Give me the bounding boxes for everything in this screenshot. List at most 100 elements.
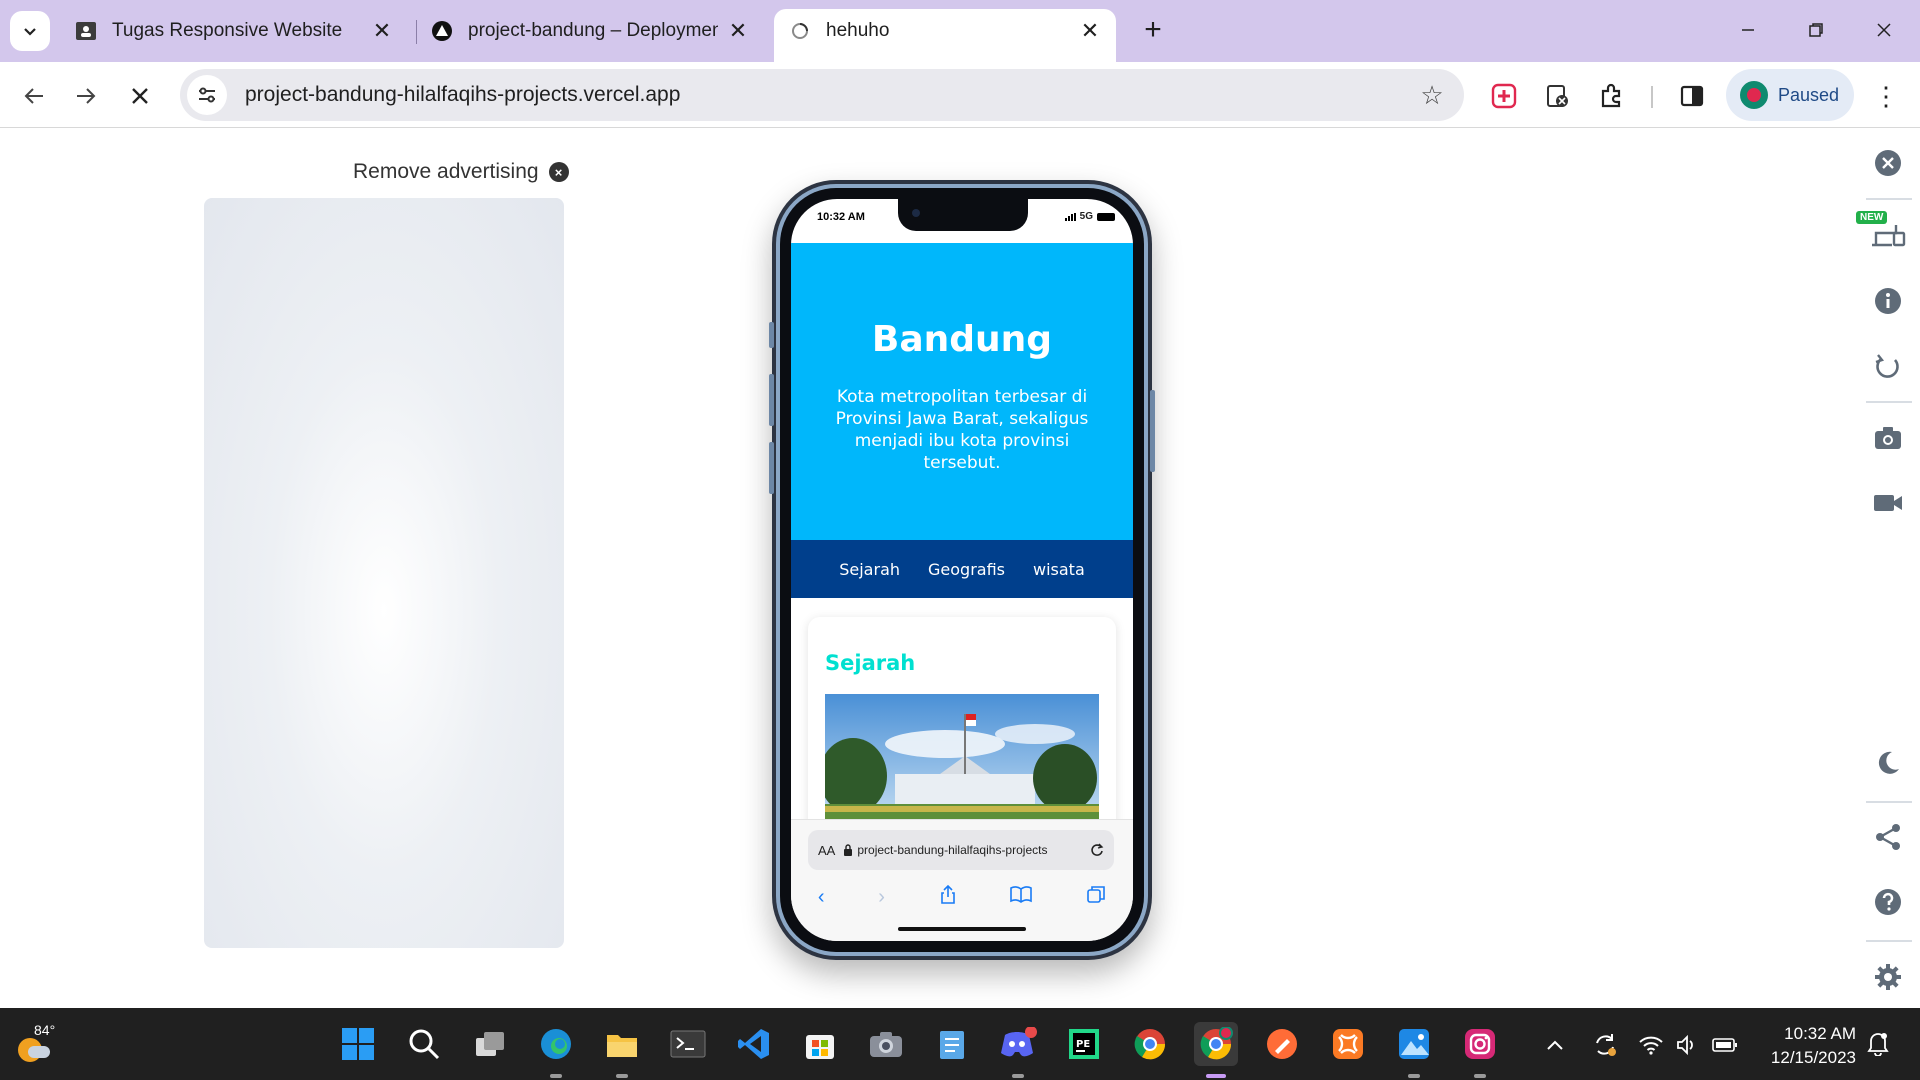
nav-link-geografis[interactable]: Geografis [928,560,1005,579]
phone-volume-up [769,374,774,426]
arrow-left-icon [24,88,43,104]
tab-title: Tugas Responsive Website [112,20,343,41]
hero-section: Bandung Kota metropolitan terbesar di Pr… [791,243,1133,540]
extensions-puzzle-icon[interactable] [1592,76,1632,116]
side-panel-icon[interactable] [1672,76,1712,116]
running-indicator [1408,1074,1420,1078]
weather-widget[interactable]: 84° [14,1022,74,1066]
close-icon[interactable]: ✕ [726,18,750,43]
minimize-button[interactable] [1726,12,1770,48]
reader-settings-button[interactable]: AA [818,843,835,858]
url-text[interactable]: project-bandung-hilalfaqihs-projects.ver… [245,83,1412,107]
running-indicator [1012,1074,1024,1078]
profile-status: Paused [1778,84,1840,105]
safari-address-field[interactable]: AA project-bandung-hilalfaqihs-projects [808,830,1114,870]
restore-button[interactable] [1794,12,1838,48]
bookmarks-icon[interactable] [1010,885,1033,909]
more-menu-icon[interactable]: ⋮ [1866,76,1906,116]
safari-bottom-bar: AA project-bandung-hilalfaqihs-projects … [791,819,1133,941]
phone-silent-switch [769,322,774,348]
gedung-sate-photo [825,694,1099,834]
remove-advertising-link[interactable]: Remove advertising × [353,160,569,184]
settings-gear-icon[interactable] [1868,957,1908,997]
active-indicator [1206,1074,1226,1078]
terminal-icon[interactable] [666,1022,710,1066]
sidebar-divider [1866,198,1912,200]
camera-icon[interactable] [1868,418,1908,458]
microsoft-store-icon[interactable] [798,1022,842,1066]
tab-search-button[interactable] [10,11,50,51]
rotate-icon[interactable] [1868,346,1908,386]
sync-icon[interactable] [1590,1030,1620,1060]
chevron-right-icon[interactable]: › [878,886,885,909]
extension-responsive-icon[interactable] [1484,76,1524,116]
battery-icon[interactable] [1710,1030,1740,1060]
tray-chevron-up-icon[interactable] [1540,1030,1570,1060]
nav-link-wisata[interactable]: wisata [1033,560,1085,579]
vercel-icon [430,19,454,43]
start-button[interactable] [336,1022,380,1066]
tab-hehuho[interactable]: hehuho ✕ [774,9,1116,62]
edge-browser-icon[interactable] [534,1022,578,1066]
address-bar[interactable]: project-bandung-hilalfaqihs-projects.ver… [180,69,1464,121]
postman-icon[interactable] [1260,1022,1304,1066]
xampp-icon[interactable] [1326,1022,1370,1066]
photos-icon[interactable] [1392,1022,1436,1066]
help-icon[interactable] [1868,882,1908,922]
new-tab-button[interactable]: + [1136,13,1170,47]
tabs-icon[interactable] [1086,884,1106,910]
file-explorer-icon[interactable] [600,1022,644,1066]
profile-button[interactable]: Paused [1726,69,1854,121]
discord-icon[interactable] [996,1022,1040,1066]
forward-button[interactable] [64,74,108,118]
share-icon[interactable] [939,884,957,910]
bookmark-star-icon[interactable]: ☆ [1412,75,1452,115]
system-clock[interactable]: 10:32 AM 12/15/2023 [1756,1022,1856,1070]
nav-link-sejarah[interactable]: Sejarah [839,560,900,579]
camera-app-icon[interactable] [864,1022,908,1066]
close-icon [1877,23,1891,37]
volume-icon[interactable] [1672,1030,1702,1060]
stop-loading-button[interactable] [118,74,162,118]
info-icon[interactable] [1868,281,1908,321]
dark-mode-moon-icon[interactable] [1868,743,1908,783]
pycharm-icon[interactable]: PE [1062,1022,1106,1066]
iphone-mockup: 10:32 AM 5G Bandung Kota metropolitan te… [769,180,1155,960]
video-camera-icon[interactable] [1868,483,1908,523]
task-view-icon[interactable] [468,1022,512,1066]
notepad-icon[interactable] [930,1022,974,1066]
extension-tool-icon[interactable] [1538,76,1578,116]
sidebar-divider [1866,801,1912,803]
close-icon[interactable]: ✕ [1078,18,1102,43]
classroom-icon [74,19,98,43]
cloud-icon [28,1046,50,1058]
site-info-button[interactable] [187,75,227,115]
status-indicators: 5G [1064,211,1115,222]
restore-icon [1809,23,1823,37]
tab-deployment[interactable]: project-bandung – Deployment ✕ [416,9,764,53]
weather-temp: 84° [34,1022,56,1038]
share-icon[interactable] [1868,817,1908,857]
running-indicator [616,1074,628,1078]
back-button[interactable] [12,74,56,118]
wifi-icon[interactable] [1636,1030,1666,1060]
chrome-profile-icon[interactable] [1194,1022,1238,1066]
close-icon[interactable]: ✕ [370,18,394,43]
instagram-icon[interactable] [1458,1022,1502,1066]
phone-power-button [1150,390,1155,472]
close-window-button[interactable] [1862,12,1906,48]
chrome-icon[interactable] [1128,1022,1172,1066]
notification-bell-icon[interactable] [1866,1030,1894,1058]
devices-icon[interactable] [1868,214,1908,254]
section-title: Sejarah [825,651,916,675]
vscode-icon[interactable] [732,1022,776,1066]
chevron-left-icon[interactable]: ‹ [818,886,825,909]
svg-text:PE: PE [1076,1039,1090,1050]
close-circle-icon[interactable] [1868,143,1908,183]
site-navigation: Sejarah Geografis wisata [791,540,1133,598]
reload-icon[interactable] [1090,843,1104,857]
running-indicator [1474,1074,1486,1078]
search-icon[interactable] [402,1022,446,1066]
tab-tugas[interactable]: Tugas Responsive Website ✕ [60,9,408,53]
safari-toolbar: ‹ › [791,882,1133,912]
